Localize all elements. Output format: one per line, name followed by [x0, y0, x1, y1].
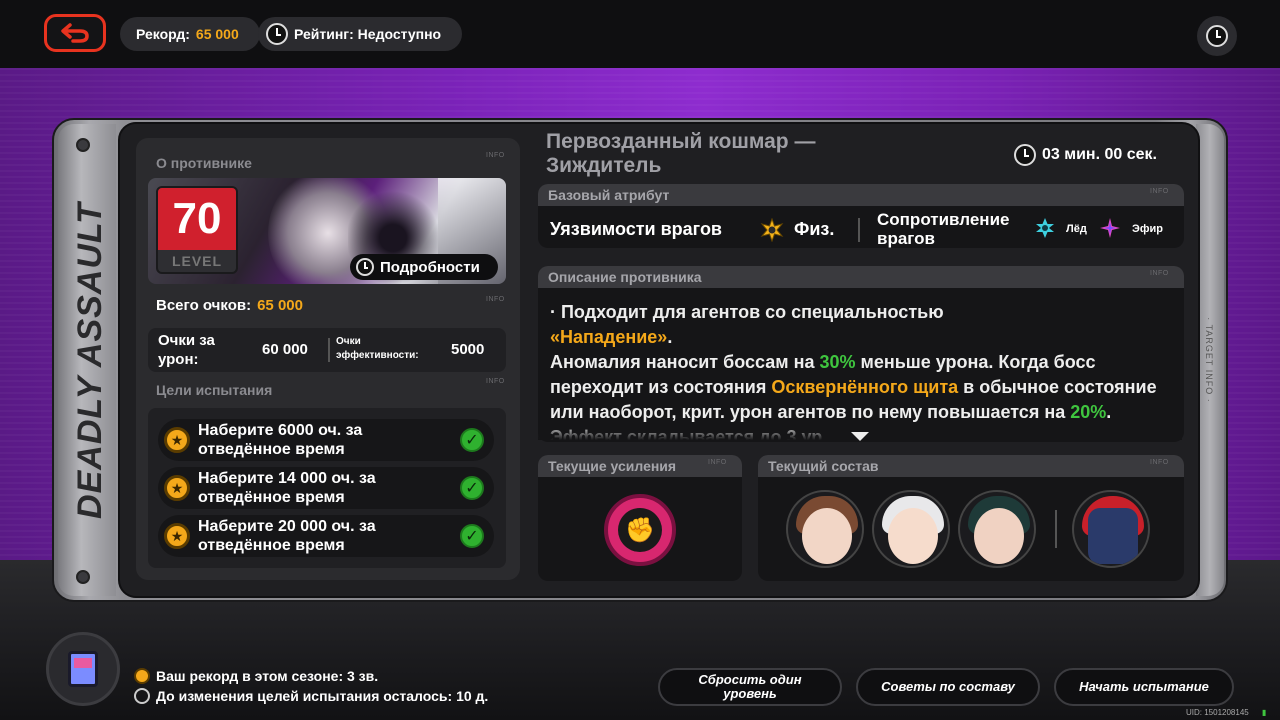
- reset-level-button[interactable]: Сбросить один уровень: [658, 668, 842, 706]
- resistance-label: Сопротивление врагов: [877, 210, 1010, 248]
- back-button[interactable]: [44, 14, 106, 52]
- fist-buff-icon: ✊: [618, 508, 662, 552]
- physical-element-icon: [760, 218, 784, 242]
- clock-icon: [1206, 25, 1228, 47]
- goals-change-timer: До изменения целей испытания осталось: 1…: [134, 688, 488, 704]
- record-pill: Рекорд: 65 000: [120, 17, 260, 51]
- resist-ice-label: Лёд: [1066, 223, 1087, 235]
- star-medal-icon: ★: [164, 427, 190, 453]
- enemy-section-label: О противнике: [156, 155, 252, 171]
- expand-chevron-icon[interactable]: [851, 432, 869, 441]
- signal-icon: ▮: [1262, 708, 1267, 717]
- weakness-label: Уязвимости врагов: [550, 219, 723, 239]
- ether-element-icon: [1100, 218, 1120, 238]
- star-medal-icon: ★: [164, 523, 190, 549]
- check-icon: ✓: [460, 476, 484, 500]
- record-label: Рекорд:: [136, 26, 190, 42]
- clock-icon: [1014, 144, 1036, 166]
- goal-item: ★ Наберите 14 000 оч. за отведённое врем…: [158, 467, 494, 509]
- team-member-avatar[interactable]: [872, 490, 950, 568]
- clock-icon: [266, 23, 288, 45]
- resist-ether-label: Эфир: [1132, 223, 1163, 235]
- record-value: 65 000: [195, 26, 239, 42]
- description-scroll[interactable]: · Подходит для агентов со специальностью…: [538, 290, 1184, 440]
- check-icon: ✓: [460, 428, 484, 452]
- weakness-value: Физ.: [794, 219, 835, 239]
- back-arrow-icon: [61, 23, 89, 43]
- battle-timer: 03 мин. 00 сек.: [1014, 144, 1157, 166]
- star-medal-icon: ★: [164, 475, 190, 501]
- target-info-tag: · TARGET INFO ·: [1204, 317, 1215, 403]
- info-button[interactable]: [1197, 16, 1237, 56]
- goal-item: ★ Наберите 6000 оч. за отведённое время …: [158, 419, 494, 461]
- description-header: Описание противника: [538, 266, 1184, 288]
- score-breakdown: Очки за урон: 60 000 Очки эффективности:…: [148, 328, 506, 372]
- efficiency-score-value: 5000: [451, 341, 485, 358]
- team-member-avatar[interactable]: [786, 490, 864, 568]
- bangboo-avatar[interactable]: [1072, 490, 1150, 568]
- clock-icon: [356, 258, 374, 276]
- season-device-icon[interactable]: [46, 632, 120, 706]
- team-tips-button[interactable]: Советы по составу: [856, 668, 1040, 706]
- season-record: Ваш рекорд в этом сезоне: 3 зв.: [134, 668, 378, 684]
- check-icon: ✓: [460, 524, 484, 548]
- ice-element-icon: [1036, 218, 1054, 238]
- mode-title: DEADLY ASSAULT: [70, 201, 109, 519]
- goals-section-label: Цели испытания: [156, 382, 273, 398]
- total-score: Всего очков: 65 000: [156, 297, 303, 314]
- efficiency-score-label: Очки эффективности:: [336, 336, 419, 361]
- level-badge: 70 LEVEL: [156, 186, 238, 274]
- start-challenge-button[interactable]: Начать испытание: [1054, 668, 1234, 706]
- user-id: UID: 1501208145: [1186, 708, 1249, 717]
- details-button[interactable]: Подробности: [350, 254, 498, 280]
- clock-icon: [134, 688, 150, 704]
- description-text: · Подходит для агентов со специальностью…: [550, 302, 1157, 440]
- screw-icon: [76, 570, 90, 584]
- level-label: LEVEL: [171, 253, 223, 269]
- rating-label: Рейтинг: Недоступно: [294, 26, 442, 42]
- attributes-header: Базовый атрибут: [538, 184, 1184, 206]
- star-medal-icon: [134, 668, 150, 684]
- damage-score-value: 60 000: [262, 341, 308, 358]
- team-header: Текущий состав: [758, 455, 1184, 477]
- goal-item: ★ Наберите 20 000 оч. за отведённое врем…: [158, 515, 494, 557]
- rating-pill[interactable]: Рейтинг: Недоступно: [258, 17, 462, 51]
- team-member-avatar[interactable]: [958, 490, 1036, 568]
- damage-score-label: Очки за урон:: [158, 332, 215, 368]
- level-number: 70: [158, 188, 236, 250]
- boss-name: Первозданный кошмар — Зиждитель: [546, 130, 816, 177]
- buff-item[interactable]: ✊: [604, 494, 676, 566]
